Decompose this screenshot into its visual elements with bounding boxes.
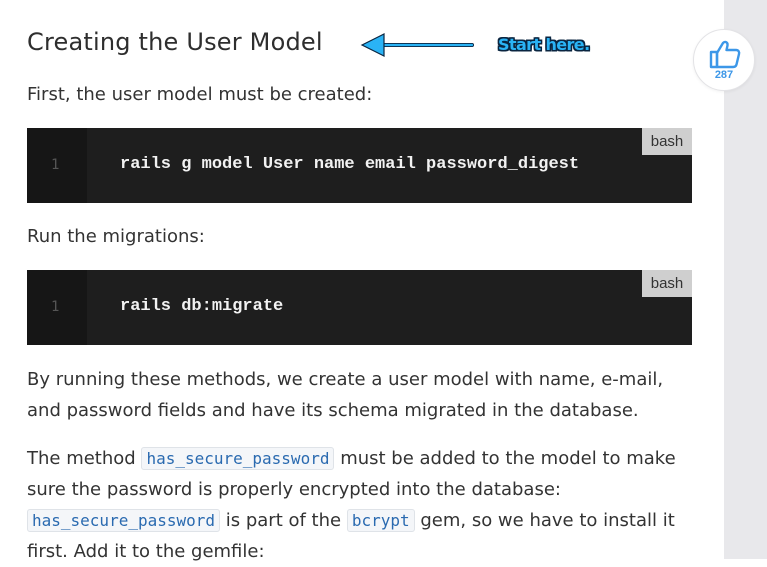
like-button[interactable]: 287: [693, 29, 755, 91]
language-label: bash: [642, 270, 692, 297]
thumbs-up-icon: [709, 40, 741, 69]
code-block: 1 rails g model User name email password…: [27, 128, 692, 203]
language-label: bash: [642, 128, 692, 155]
schema-paragraph: By running these methods, we create a us…: [27, 369, 664, 421]
inline-code: has_secure_password: [27, 509, 221, 532]
method-paragraph: The method has_secure_password must be a…: [27, 443, 677, 567]
code-block: 1 rails db:migrate bash: [27, 270, 692, 345]
annotation-arrow-icon: [360, 33, 474, 57]
paragraph-text: is part of the: [220, 510, 347, 531]
page-title: Creating the User Model: [27, 28, 323, 56]
paragraph-text: The method: [27, 448, 142, 469]
like-count: 287: [714, 69, 734, 81]
code-line: rails db:migrate: [120, 297, 284, 316]
code-line: rails g model User name email password_d…: [120, 155, 580, 174]
annotation-label: Start here.: [498, 35, 590, 54]
line-number: 1: [51, 157, 60, 173]
inline-code: bcrypt: [346, 509, 415, 532]
run-migrations-text: Run the migrations:: [27, 226, 205, 247]
intro-text: First, the user model must be created:: [27, 84, 373, 105]
line-number: 1: [51, 299, 60, 315]
inline-code: has_secure_password: [141, 447, 335, 470]
